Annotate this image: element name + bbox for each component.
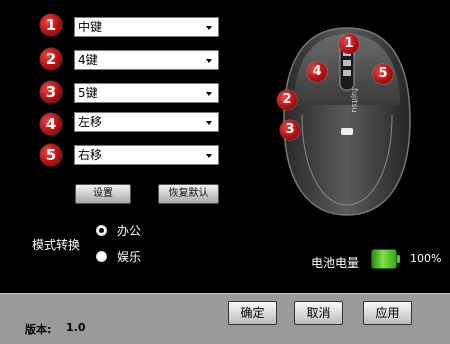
game-mode-radio[interactable] <box>96 251 107 262</box>
button-number-badge: 3 <box>40 81 62 103</box>
restore-default-button[interactable]: 恢复默认 <box>158 184 219 204</box>
version-value: 1.0 <box>66 321 86 334</box>
battery-label: 电池电量 <box>311 256 360 270</box>
dropdown-value: 右移 <box>78 148 103 162</box>
apply-button[interactable]: 应用 <box>363 301 412 325</box>
chevron-down-icon[interactable] <box>202 19 217 35</box>
brand-logo: fujitsu <box>350 88 359 113</box>
button-2-dropdown[interactable]: 4键 <box>74 50 219 70</box>
button-number-badge: 1 <box>40 14 62 36</box>
dropdown-value: 中键 <box>78 20 103 34</box>
mode-switch-label: 模式转换 <box>32 238 81 252</box>
office-mode-label[interactable]: 办公 <box>117 222 141 239</box>
dropdown-value: 左移 <box>78 115 103 129</box>
mouse-badge-5: 5 <box>373 64 393 84</box>
chevron-down-icon[interactable] <box>202 52 217 68</box>
version-label: 版本: <box>25 323 52 336</box>
chevron-down-icon[interactable] <box>202 147 217 163</box>
main-panel: 1 中键 2 4键 3 5键 4 左移 5 右移 设置 恢复默认 模式转换 办公… <box>0 0 450 293</box>
mouse-badge-2: 2 <box>277 90 297 110</box>
button-1-dropdown[interactable]: 中键 <box>74 17 219 37</box>
chevron-down-icon[interactable] <box>202 85 217 101</box>
mouse-badge-1: 1 <box>339 34 359 54</box>
button-number-badge: 4 <box>40 113 62 135</box>
chevron-down-icon[interactable] <box>202 114 217 130</box>
button-number-badge: 5 <box>40 144 62 166</box>
ok-button[interactable]: 确定 <box>228 301 277 325</box>
button-4-dropdown[interactable]: 左移 <box>74 112 219 132</box>
battery-icon <box>371 249 397 269</box>
battery-percent: 100% <box>410 252 442 265</box>
mouse-badge-3: 3 <box>280 120 300 140</box>
cancel-button[interactable]: 取消 <box>294 301 343 325</box>
settings-button[interactable]: 设置 <box>75 184 131 204</box>
button-3-dropdown[interactable]: 5键 <box>74 83 219 103</box>
button-number-badge: 2 <box>40 48 62 70</box>
button-5-dropdown[interactable]: 右移 <box>74 145 219 165</box>
game-mode-label[interactable]: 娱乐 <box>117 248 141 265</box>
dropdown-value: 4键 <box>78 53 98 67</box>
mouse-badge-4: 4 <box>307 62 327 82</box>
dropdown-value: 5键 <box>78 86 98 100</box>
office-mode-radio[interactable] <box>96 225 107 236</box>
battery-cap <box>397 255 400 263</box>
